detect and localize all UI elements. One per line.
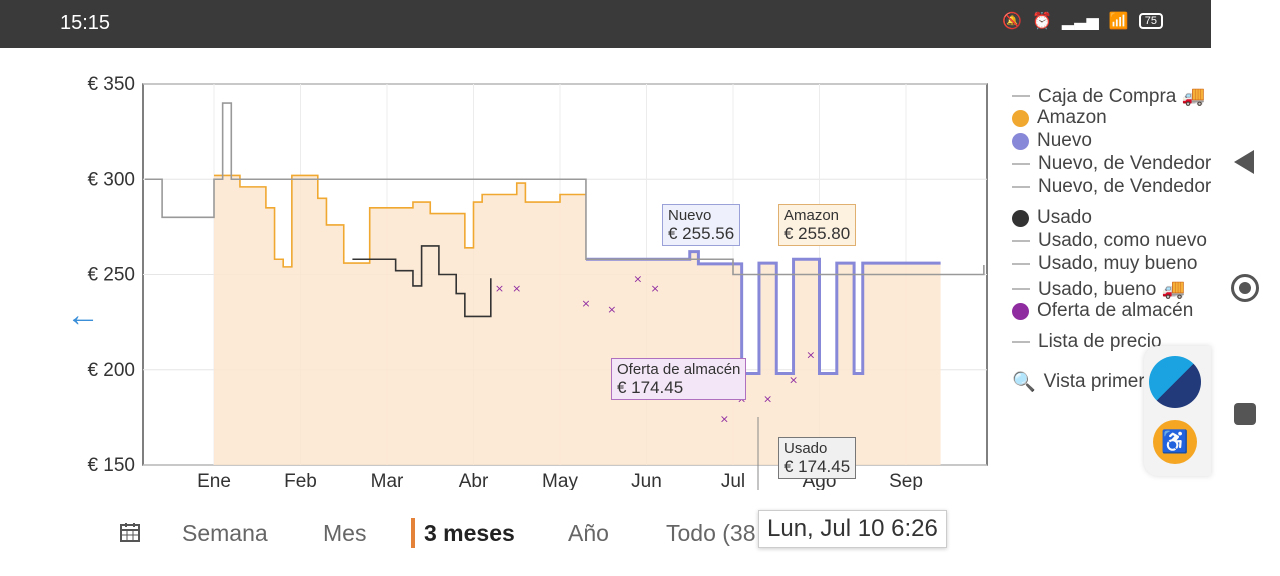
x-tick-label: Ene (197, 471, 231, 490)
legend-label: Oferta de almacén (1037, 300, 1194, 321)
legend-swatch (1012, 95, 1030, 97)
assistant-menu-icon[interactable] (1149, 356, 1201, 408)
x-tick-label: Sep (889, 471, 923, 490)
x-tick-label: Jun (631, 471, 662, 490)
legend-item[interactable]: Usado (1012, 207, 1092, 229)
tooltip-oferta: Oferta de almacén € 174.45 (611, 358, 747, 400)
legend-label: Nuevo, de Vendedor (1038, 153, 1212, 174)
price-history-chart[interactable]: ××××××××××× € 150€ 200€ 250€ 300€ 350 En… (60, 70, 1060, 490)
legend-item[interactable]: Nuevo, de Vendedor (1012, 176, 1211, 198)
period-all[interactable]: Todo (38 (666, 520, 756, 547)
calendar-icon (120, 523, 140, 542)
legend-item[interactable]: Lista de precio (1012, 331, 1162, 353)
legend-label: Caja de Compra 🚚 (1038, 86, 1206, 107)
legend-swatch (1012, 341, 1030, 343)
oferta-point: × (763, 392, 772, 405)
active-period-marker (411, 518, 415, 548)
alarm-icon: ⏰ (1031, 13, 1052, 30)
period-week[interactable]: Semana (182, 520, 268, 547)
battery-icon: 75 (1138, 13, 1163, 29)
legend-swatch (1012, 209, 1029, 227)
status-icons: 🔕 ⏰ ▂▃▅ 📶 75 (1002, 11, 1163, 31)
legend-item[interactable]: Usado, muy bueno (1012, 253, 1198, 275)
y-tick-label: € 250 (87, 265, 135, 286)
legend-swatch (1012, 240, 1030, 242)
tooltip-amazon: Amazon € 255.80 (778, 204, 857, 246)
x-tick-label: Mar (371, 471, 404, 490)
legend-label: Usado, bueno 🚚 (1038, 279, 1186, 300)
legend-item[interactable]: Nuevo (1012, 130, 1092, 152)
nav-recent-apps-icon[interactable] (1234, 403, 1256, 425)
tooltip-nuevo-value: € 255.56 (668, 224, 735, 243)
nav-back-icon[interactable] (1234, 150, 1254, 174)
legend-item[interactable]: Usado, como nuevo (1012, 230, 1207, 252)
legend-swatch (1012, 109, 1029, 127)
status-bar: 15:15 🔕 ⏰ ▂▃▅ 📶 75 (0, 0, 1211, 48)
legend-item[interactable]: Caja de Compra 🚚 (1012, 84, 1205, 108)
period-year[interactable]: Año (568, 520, 609, 547)
wifi-icon: 📶 (1108, 13, 1129, 30)
tooltip-nuevo-label: Nuevo (668, 207, 712, 224)
legend-swatch (1012, 288, 1030, 290)
oferta-point: × (633, 272, 642, 285)
x-tick-label: May (542, 471, 578, 490)
legend-label: Lista de precio (1038, 331, 1162, 352)
legend-label: Nuevo, de Vendedor (1038, 176, 1212, 197)
x-tick-label: Feb (284, 471, 317, 490)
legend-label: Usado, muy bueno (1038, 253, 1198, 274)
x-tick-label: Abr (459, 471, 489, 490)
legend-swatch (1012, 186, 1030, 188)
oferta-point: × (607, 303, 616, 316)
legend-swatch (1012, 132, 1029, 150)
legend-label: Usado (1037, 207, 1092, 228)
tooltip-usado-label: Usado (784, 440, 828, 457)
status-time: 15:15 (60, 12, 111, 34)
legend-label: Amazon (1037, 107, 1107, 128)
date-tooltip: Lun, Jul 10 6:26 (758, 510, 947, 548)
y-tick-label: € 350 (87, 74, 135, 95)
tooltip-usado: Usado € 174.45 (778, 437, 857, 479)
mute-icon: 🔕 (1002, 13, 1022, 30)
oferta-point: × (651, 282, 660, 295)
oferta-point: × (806, 349, 815, 362)
oferta-point: × (512, 282, 521, 295)
legend-label: Nuevo (1037, 130, 1092, 151)
legend-item[interactable]: Usado, bueno 🚚 (1012, 277, 1185, 301)
signal-icon: ▂▃▅ (1061, 13, 1099, 30)
oferta-point: × (581, 297, 590, 310)
period-selector: Semana Mes 3 meses Año Todo (38 (0, 508, 1211, 558)
x-tick-label: Jul (721, 471, 745, 490)
legend-search-label: Vista primer (1043, 371, 1145, 392)
legend-swatch (1012, 163, 1030, 165)
y-tick-label: € 200 (87, 360, 135, 381)
legend-search[interactable]: 🔍 Vista primer (1012, 370, 1145, 394)
accessibility-icon[interactable]: ♿ (1153, 420, 1197, 464)
legend-label: Usado, como nuevo (1038, 230, 1207, 251)
tooltip-nuevo: Nuevo € 255.56 (662, 204, 741, 246)
tooltip-oferta-label: Oferta de almacén (617, 361, 741, 378)
y-axis: € 150 € 200 € 250 € 300 € 350 (87, 74, 135, 476)
nav-home-icon[interactable] (1231, 274, 1259, 302)
search-icon: 🔍 (1012, 372, 1036, 393)
period-three-months[interactable]: 3 meses (424, 520, 515, 547)
y-tick-label: € 150 (87, 455, 135, 476)
legend-swatch (1012, 263, 1030, 265)
period-month[interactable]: Mes (323, 520, 366, 547)
oferta-point: × (720, 412, 729, 425)
tooltip-amazon-value: € 255.80 (784, 224, 851, 243)
legend-item[interactable]: Nuevo, de Vendedor (1012, 153, 1211, 175)
oferta-point: × (495, 282, 504, 295)
tooltip-oferta-value: € 174.45 (617, 378, 684, 397)
oferta-point: × (789, 373, 798, 386)
y-tick-label: € 300 (87, 169, 135, 190)
legend-item[interactable]: Oferta de almacén (1012, 300, 1193, 322)
tooltip-amazon-label: Amazon (784, 207, 840, 224)
tooltip-usado-value: € 174.45 (784, 457, 851, 476)
legend-swatch (1012, 302, 1029, 320)
legend-item[interactable]: Amazon (1012, 107, 1107, 129)
